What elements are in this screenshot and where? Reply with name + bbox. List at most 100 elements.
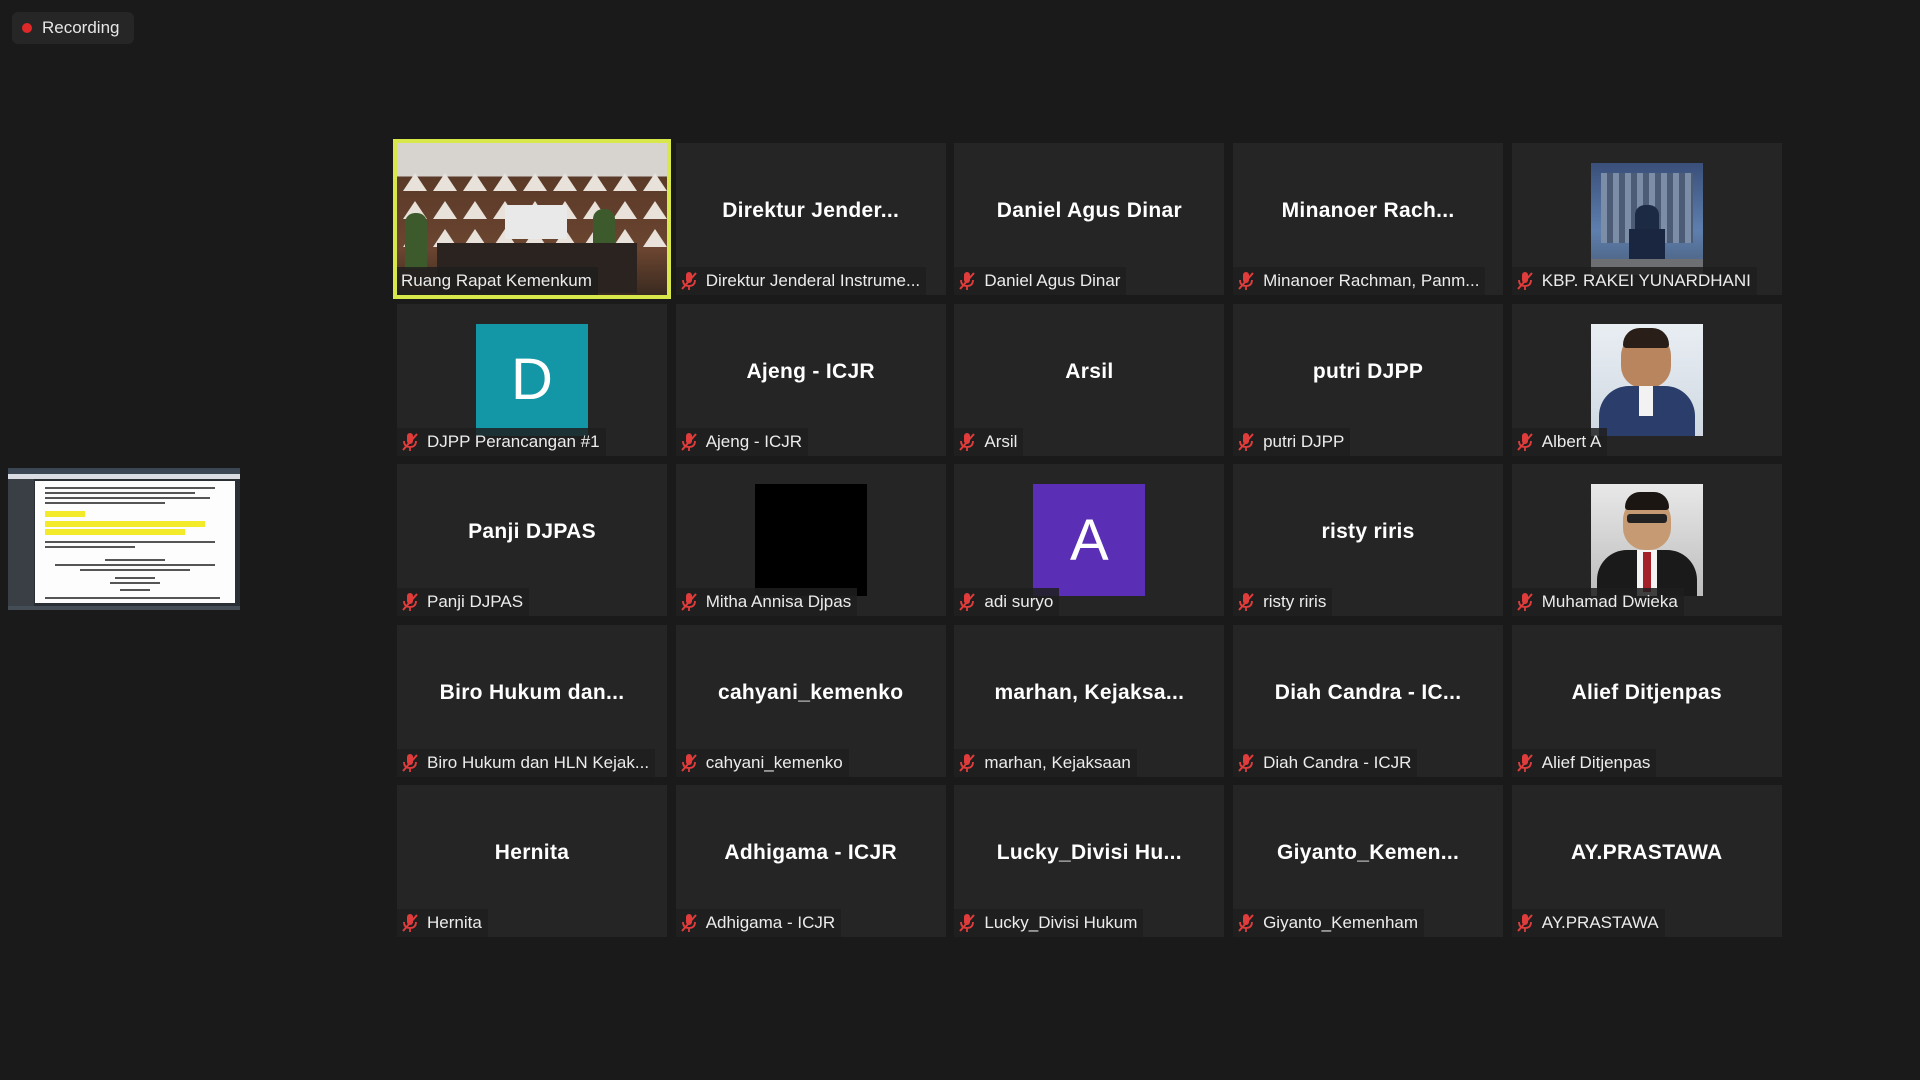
participant-name-text: cahyani_kemenko <box>705 752 843 772</box>
participant-display-name: Direktur Jender... <box>722 199 900 222</box>
participant-name-text: Lucky_Divisi Hukum <box>984 913 1138 932</box>
participant-name-text: Minanoer Rachman, Panm... <box>1263 271 1480 290</box>
participant-tile[interactable]: Alief Ditjenpas Alief Ditjenpas <box>1511 624 1782 777</box>
muted-mic-icon <box>1516 272 1533 290</box>
participant-tile[interactable]: Albert A <box>1511 303 1782 456</box>
participant-tile[interactable]: Direktur Jender... Direktur Jenderal Inst… <box>675 143 946 295</box>
participant-name-label: Alief Ditjenpas <box>1511 748 1657 777</box>
participant-tile[interactable]: Minanoer Rach... Minanoer Rachman, Panm..… <box>1233 143 1504 295</box>
muted-mic-icon <box>680 914 697 932</box>
participant-name-text: Diah Candra - ICJR <box>1263 752 1412 772</box>
muted-mic-icon <box>680 432 697 451</box>
participant-tile[interactable]: Diah Candra - IC... Diah Candra - ICJR <box>1233 624 1504 777</box>
camera-off-avatar <box>754 484 867 596</box>
muted-mic-icon <box>402 753 418 772</box>
participant-display-name: risty riris <box>1321 520 1415 543</box>
participant-name-text: Ruang Rapat Kemenkum <box>401 271 592 290</box>
participant-name-label: KBP. RAKEI YUNARDHANI <box>1511 267 1757 295</box>
muted-mic-icon <box>1238 432 1254 451</box>
muted-mic-icon <box>402 432 418 451</box>
participant-name-label: Direktur Jenderal Instrume... <box>675 267 927 295</box>
muted-mic-icon <box>959 753 976 772</box>
muted-mic-icon <box>402 914 418 932</box>
participant-tile[interactable]: Hernita Hernita <box>397 785 667 937</box>
participant-tile[interactable]: D DJPP Perancangan #1 <box>397 303 667 456</box>
participant-name-text: Arsil <box>984 431 1018 451</box>
participant-name-label: Lucky_Divisi Hukum <box>954 909 1144 937</box>
participant-name-text: Direktur Jenderal Instrume... <box>705 271 921 290</box>
participant-display-name: Arsil <box>1065 359 1114 383</box>
participant-tile[interactable]: KBP. RAKEI YUNARDHANI <box>1511 143 1782 295</box>
participant-name-text: Alief Ditjenpas <box>1541 752 1651 772</box>
participant-gallery: Ruang Rapat Kemenkum Direktur Jender... Di… <box>393 139 1782 937</box>
recording-indicator[interactable]: Recording <box>12 12 134 44</box>
participant-tile[interactable]: Panji DJPAS Panji DJPAS <box>397 464 667 616</box>
participant-name-text: Panji DJPAS <box>427 592 524 611</box>
participant-name-label: marhan, Kejaksaan <box>954 748 1137 777</box>
muted-mic-icon <box>959 272 976 290</box>
participant-name-label: Ruang Rapat Kemenkum <box>397 267 598 295</box>
participant-name-text: risty riris <box>1263 592 1327 611</box>
participant-tile[interactable]: Mitha Annisa Djpas <box>675 464 946 616</box>
participant-name-label: adi suryo <box>954 588 1060 616</box>
participant-tile[interactable]: Biro Hukum dan... Biro Hukum dan HLN Keja… <box>397 624 667 777</box>
participant-display-name: Biro Hukum dan... <box>439 680 625 704</box>
participant-tile[interactable]: Muhamad Dwieka <box>1511 464 1782 616</box>
participant-tile[interactable]: cahyani_kemenko cahyani_kemenko <box>675 624 946 777</box>
participant-name-label: Daniel Agus Dinar <box>954 267 1127 295</box>
initial-avatar: D <box>476 323 588 436</box>
participant-display-name: cahyani_kemenko <box>717 680 904 704</box>
muted-mic-icon <box>959 432 976 451</box>
participant-tile[interactable]: risty riris risty riris <box>1233 464 1504 616</box>
participant-name-label: risty riris <box>1233 588 1333 616</box>
recording-label: Recording <box>42 18 120 37</box>
muted-mic-icon <box>1516 432 1533 451</box>
muted-mic-icon <box>1238 914 1254 932</box>
participant-tile[interactable]: Arsil Arsil <box>954 303 1225 456</box>
participant-display-name: putri DJPP <box>1312 359 1424 383</box>
participant-tile[interactable]: Giyanto_Kemen... Giyanto_Kemenham <box>1233 785 1504 937</box>
muted-mic-icon <box>1516 753 1533 772</box>
participant-name-label: Minanoer Rachman, Panm... <box>1233 267 1486 295</box>
muted-mic-icon <box>1516 593 1533 611</box>
participant-display-name: Hernita <box>494 841 570 864</box>
participant-display-name: Minanoer Rach... <box>1281 199 1455 222</box>
participant-display-name: Diah Candra - IC... <box>1274 680 1462 704</box>
participant-name-label: Albert A <box>1511 427 1608 456</box>
participant-name-text: Albert A <box>1541 431 1602 451</box>
participant-name-label: Ajeng - ICJR <box>675 427 809 456</box>
participant-name-text: Adhigama - ICJR <box>705 913 836 932</box>
participant-tile[interactable]: Ruang Rapat Kemenkum <box>393 139 671 299</box>
participant-name-text: KBP. RAKEI YUNARDHANI <box>1541 271 1751 290</box>
participant-name-text: Biro Hukum dan HLN Kejak... <box>427 752 650 772</box>
participant-name-text: Muhamad Dwieka <box>1541 592 1678 611</box>
screen-share-thumbnail[interactable] <box>8 468 240 610</box>
participant-tile[interactable]: Ajeng - ICJR Ajeng - ICJR <box>675 303 946 456</box>
muted-mic-icon <box>959 593 976 611</box>
participant-display-name: Adhigama - ICJR <box>724 841 897 864</box>
participant-name-label: Adhigama - ICJR <box>675 909 842 937</box>
participant-name-text: putri DJPP <box>1263 431 1345 451</box>
participant-name-label: Muhamad Dwieka <box>1511 588 1684 616</box>
recording-dot-icon <box>22 23 32 33</box>
participant-tile[interactable]: Lucky_Divisi Hu... Lucky_Divisi Hukum <box>954 785 1225 937</box>
participant-display-name: Alief Ditjenpas <box>1571 680 1722 704</box>
participant-tile[interactable]: Adhigama - ICJR Adhigama - ICJR <box>675 785 946 937</box>
participant-tile[interactable]: AY.PRASTAWA AY.PRASTAWA <box>1511 785 1782 937</box>
participant-name-label: Mitha Annisa Djpas <box>675 588 858 616</box>
muted-mic-icon <box>1238 753 1254 772</box>
participant-tile[interactable]: Daniel Agus Dinar Daniel Agus Dinar <box>954 143 1225 295</box>
participant-tile[interactable]: Aadi suryo <box>954 464 1225 616</box>
participant-name-text: Hernita <box>427 913 482 932</box>
muted-mic-icon <box>1238 272 1254 290</box>
participant-name-label: DJPP Perancangan #1 <box>397 427 606 456</box>
muted-mic-icon <box>680 753 697 772</box>
shared-document-preview <box>35 481 235 603</box>
participant-display-name: Panji DJPAS <box>468 520 596 543</box>
initial-avatar: A <box>1033 484 1146 596</box>
participant-name-label: Panji DJPAS <box>397 588 530 616</box>
participant-tile[interactable]: putri DJPP putri DJPP <box>1233 303 1504 456</box>
participant-tile[interactable]: marhan, Kejaksa... marhan, Kejaksaan <box>954 624 1225 777</box>
participant-display-name: Giyanto_Kemen... <box>1276 841 1460 864</box>
participant-name-label: Arsil <box>954 427 1024 456</box>
